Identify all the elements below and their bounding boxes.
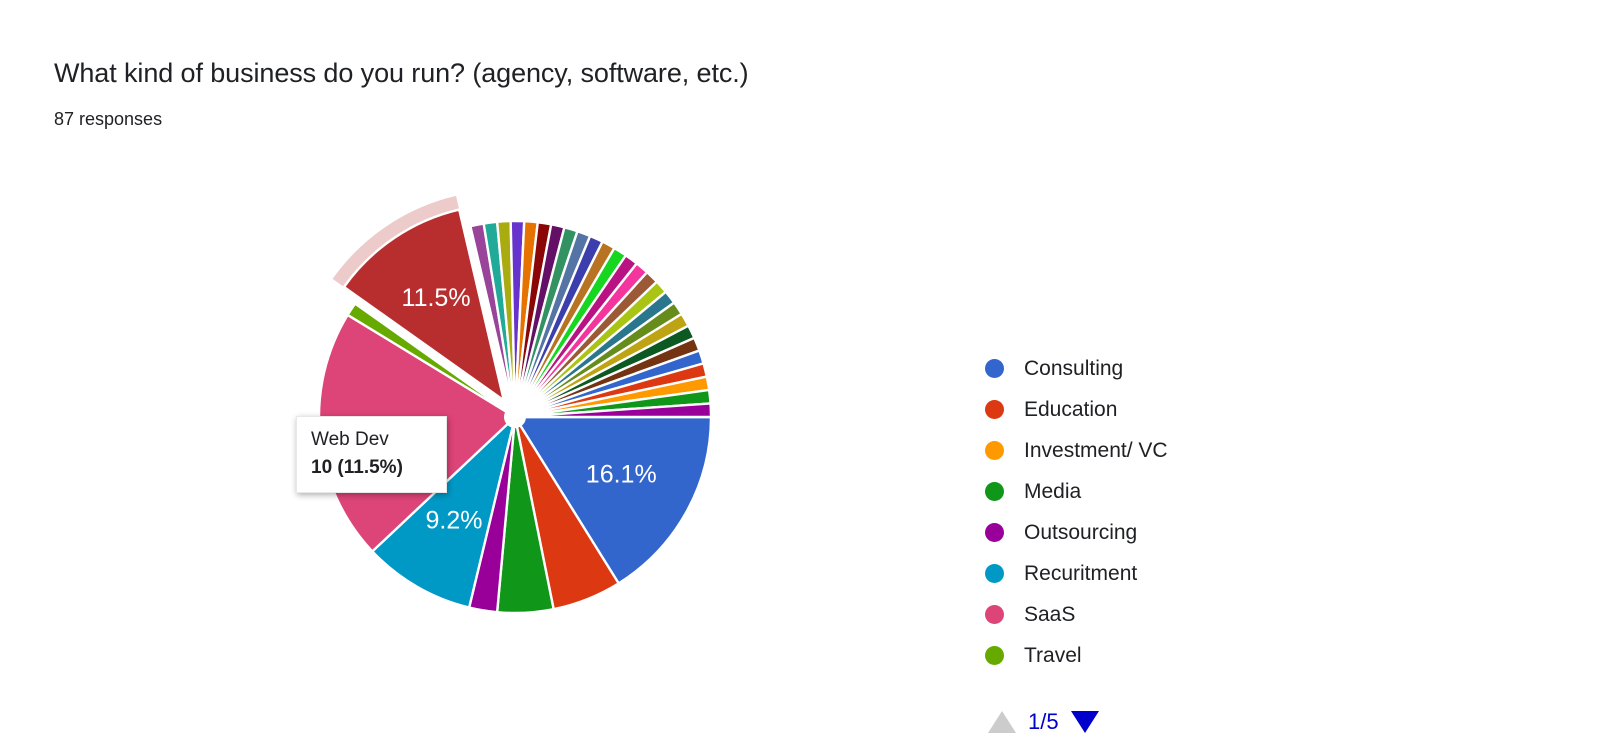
legend-color-swatch-icon xyxy=(985,482,1004,501)
legend-color-swatch-icon xyxy=(985,646,1004,665)
legend-item-label: Consulting xyxy=(1024,356,1124,380)
pie-slice-value-label: 16.1% xyxy=(586,461,657,489)
legend-item-label: SaaS xyxy=(1024,602,1076,626)
chart-legend: Consulting Education Investment/ VC Media Ou… xyxy=(985,348,1168,676)
legend-item-label: Media xyxy=(1024,479,1082,503)
legend-item[interactable]: Education xyxy=(985,389,1168,430)
pie-chart-area: 16.1%9.2%20.7%11.5% Web Dev 10 (11.5%) C… xyxy=(0,150,1600,733)
legend-item[interactable]: Media xyxy=(985,471,1168,512)
legend-item[interactable]: Recuritment xyxy=(985,553,1168,594)
legend-page-down-button[interactable] xyxy=(1070,711,1099,733)
pie-chart[interactable]: 16.1%9.2%20.7%11.5% xyxy=(280,170,750,615)
legend-color-swatch-icon xyxy=(985,359,1004,378)
response-count: 87 responses xyxy=(54,109,163,129)
legend-page-up-button[interactable] xyxy=(988,711,1016,733)
pie-slices-group[interactable] xyxy=(317,195,713,615)
legend-item-label: Outsourcing xyxy=(1024,520,1138,544)
legend-item[interactable]: Travel xyxy=(985,635,1168,676)
legend-color-swatch-icon xyxy=(985,523,1004,542)
legend-page-indicator: 1/5 xyxy=(1028,709,1059,734)
legend-item[interactable]: Outsourcing xyxy=(985,512,1168,553)
pie-center-hub xyxy=(504,406,526,428)
legend-color-swatch-icon xyxy=(985,564,1004,583)
legend-item-label: Recuritment xyxy=(1024,561,1138,585)
legend-item-label: Education xyxy=(1024,397,1118,421)
pie-chart-svg[interactable]: 16.1%9.2%20.7%11.5% xyxy=(280,170,750,620)
legend-item[interactable]: Investment/ VC xyxy=(985,430,1168,471)
slice-tooltip: Web Dev 10 (11.5%) xyxy=(296,416,447,493)
tooltip-slice-label: Web Dev xyxy=(311,429,389,450)
legend-color-swatch-icon xyxy=(985,400,1004,419)
legend-item-label: Travel xyxy=(1024,643,1082,667)
legend-item[interactable]: Consulting xyxy=(985,348,1168,389)
legend-item-label: Investment/ VC xyxy=(1024,438,1168,462)
legend-color-swatch-icon xyxy=(985,605,1004,624)
legend-pager: 1/5 xyxy=(988,706,1099,738)
pie-slice-value-label: 9.2% xyxy=(426,507,483,535)
page-title: What kind of business do you run? (agenc… xyxy=(54,58,749,88)
tooltip-slice-value: 10 (11.5%) xyxy=(311,457,403,478)
pie-slice-value-label: 11.5% xyxy=(402,284,471,312)
legend-color-swatch-icon xyxy=(985,441,1004,460)
legend-item[interactable]: SaaS xyxy=(985,594,1168,635)
